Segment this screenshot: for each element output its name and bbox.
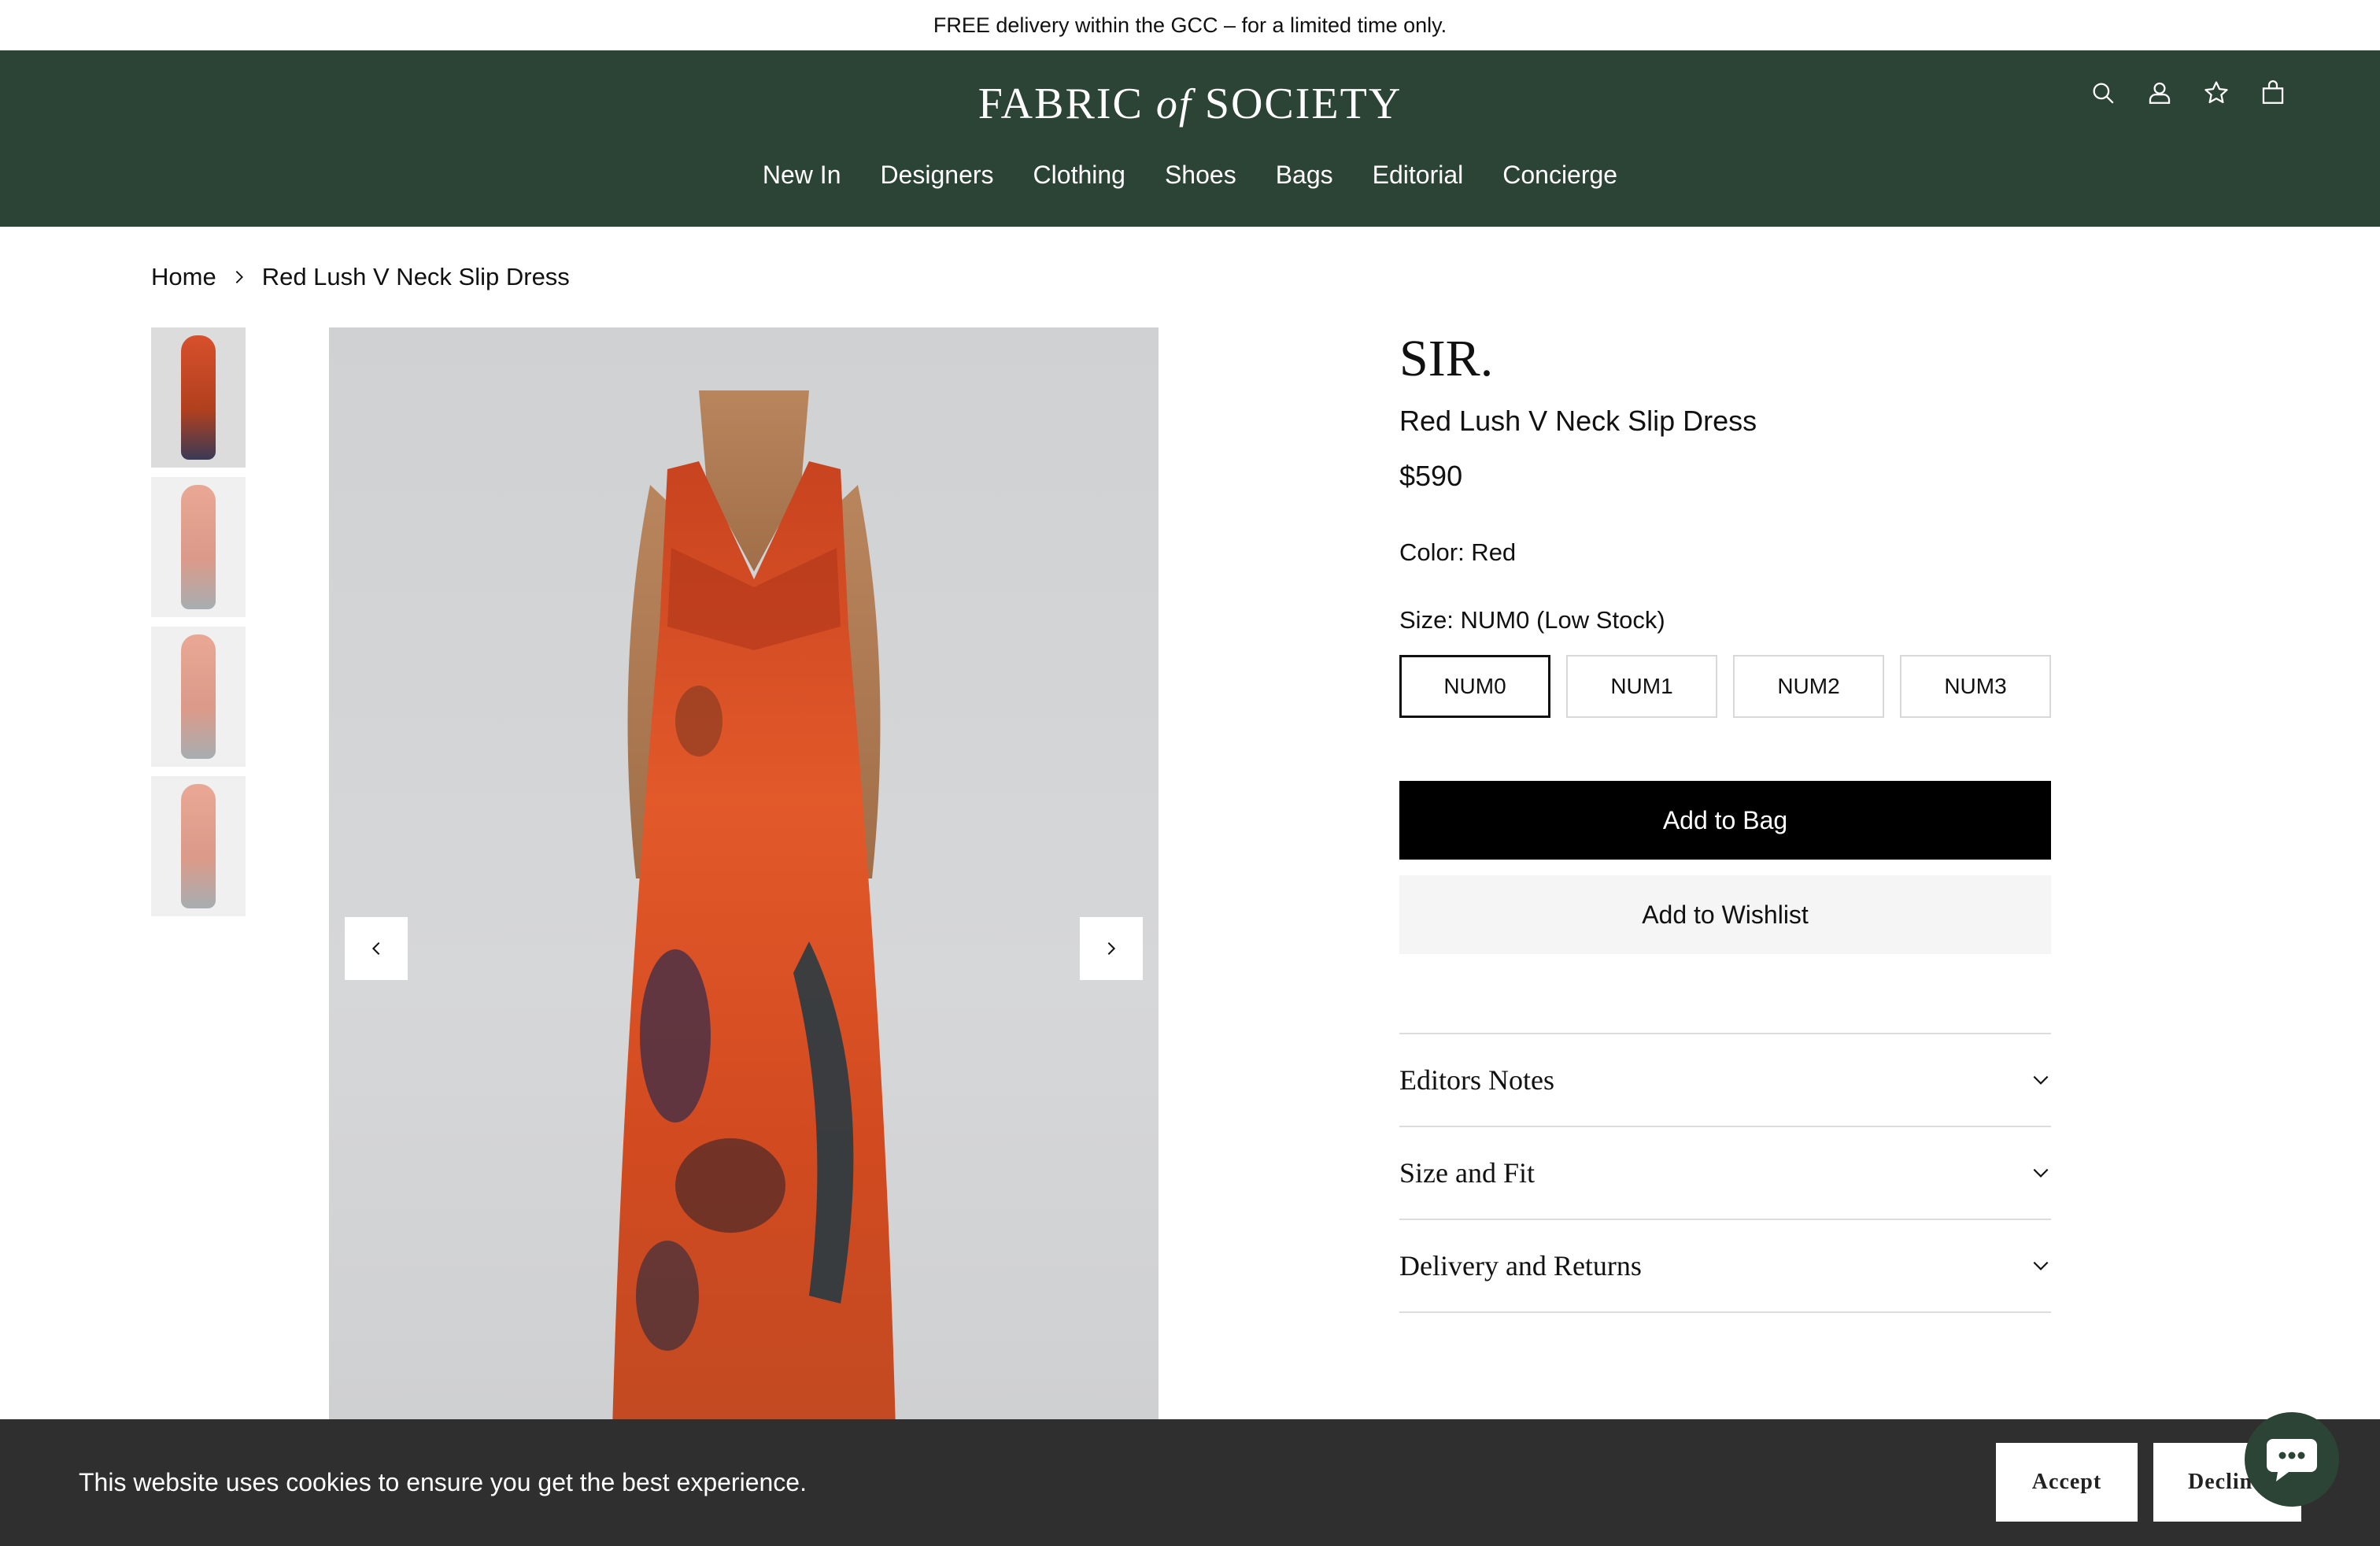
nav-concierge[interactable]: Concierge	[1502, 161, 1617, 190]
search-icon[interactable]	[2089, 79, 2117, 107]
thumbnail-figure	[181, 784, 216, 908]
product-accordion: Editors Notes Size and Fit Delivery and …	[1399, 1033, 2051, 1313]
cookie-message: This website uses cookies to ensure you …	[79, 1468, 807, 1496]
product-name: Red Lush V Neck Slip Dress	[1399, 405, 1757, 437]
wishlist-star-icon[interactable]	[2202, 79, 2230, 107]
chat-bubble-icon	[2267, 1439, 2317, 1481]
thumbnail-strip	[151, 327, 246, 916]
accordion-size-and-fit[interactable]: Size and Fit	[1399, 1127, 2051, 1220]
accordion-title: Editors Notes	[1399, 1064, 1554, 1096]
cookie-banner: This website uses cookies to ensure you …	[0, 1419, 2380, 1546]
thumbnail-2[interactable]	[151, 477, 246, 617]
color-label: Color: Red	[1399, 538, 1517, 566]
announcement-text: FREE delivery within the GCC – for a lim…	[933, 13, 1447, 37]
bag-icon[interactable]	[2259, 79, 2287, 107]
size-option-num3[interactable]: NUM3	[1900, 655, 2051, 718]
accordion-editors-notes[interactable]: Editors Notes	[1399, 1034, 2051, 1127]
size-option-num0[interactable]: NUM0	[1399, 655, 1550, 718]
breadcrumb: Home Red Lush V Neck Slip Dress	[151, 263, 570, 291]
logo-word-fabric: FABRIC	[978, 80, 1144, 128]
previous-image-button[interactable]	[345, 917, 408, 980]
thumbnail-4[interactable]	[151, 776, 246, 916]
main-nav: New In Designers Clothing Shoes Bags Edi…	[0, 161, 2380, 190]
logo-word-of: of	[1155, 80, 1192, 128]
dress-illustration	[612, 390, 896, 1422]
nav-bags[interactable]: Bags	[1276, 161, 1333, 190]
product-info: SIR. Red Lush V Neck Slip Dress $590 Col…	[1399, 327, 2051, 1313]
accordion-title: Delivery and Returns	[1399, 1250, 1642, 1282]
thumbnail-figure	[181, 335, 216, 460]
size-option-num1[interactable]: NUM1	[1566, 655, 1717, 718]
size-option-num2[interactable]: NUM2	[1733, 655, 1884, 718]
add-to-bag-button[interactable]: Add to Bag	[1399, 781, 2051, 860]
logo-word-society: SOCIETY	[1204, 80, 1402, 128]
chevron-down-icon	[2033, 1168, 2049, 1178]
site-logo[interactable]: FABRIC of SOCIETY	[0, 79, 2380, 129]
account-icon[interactable]	[2145, 79, 2174, 107]
size-options: NUM0 NUM1 NUM2 NUM3	[1399, 655, 2051, 718]
chevron-down-icon	[2033, 1261, 2049, 1270]
nav-clothing[interactable]: Clothing	[1033, 161, 1125, 190]
thumbnail-figure	[181, 634, 216, 759]
chevron-left-icon	[371, 941, 380, 956]
chevron-down-icon	[2033, 1075, 2049, 1085]
accordion-title: Size and Fit	[1399, 1157, 1535, 1189]
nav-shoes[interactable]: Shoes	[1165, 161, 1236, 190]
thumbnail-3[interactable]	[151, 627, 246, 767]
nav-new-in[interactable]: New In	[763, 161, 841, 190]
nav-editorial[interactable]: Editorial	[1373, 161, 1464, 190]
announcement-bar: FREE delivery within the GCC – for a lim…	[0, 0, 2380, 50]
chevron-right-icon	[1107, 941, 1116, 956]
product-brand[interactable]: SIR.	[1399, 329, 2051, 389]
size-label: Size: NUM0 (Low Stock)	[1399, 606, 1665, 634]
header-icons	[2089, 79, 2287, 107]
next-image-button[interactable]	[1080, 917, 1143, 980]
breadcrumb-current: Red Lush V Neck Slip Dress	[261, 263, 570, 290]
main-product-image[interactable]	[329, 327, 1159, 1422]
add-to-wishlist-button[interactable]: Add to Wishlist	[1399, 875, 2051, 954]
nav-designers[interactable]: Designers	[880, 161, 993, 190]
accordion-delivery-and-returns[interactable]: Delivery and Returns	[1399, 1220, 2051, 1313]
chat-widget-button[interactable]	[2245, 1412, 2339, 1507]
product-price: $590	[1399, 460, 1463, 492]
site-header: FABRIC of SOCIETY New In Designers Cloth…	[0, 50, 2380, 227]
breadcrumb-home[interactable]: Home	[151, 263, 216, 291]
thumbnail-1[interactable]	[151, 327, 246, 468]
cookie-accept-button[interactable]: Accept	[1996, 1443, 2138, 1522]
thumbnail-figure	[181, 485, 216, 609]
chevron-right-icon	[235, 271, 243, 283]
